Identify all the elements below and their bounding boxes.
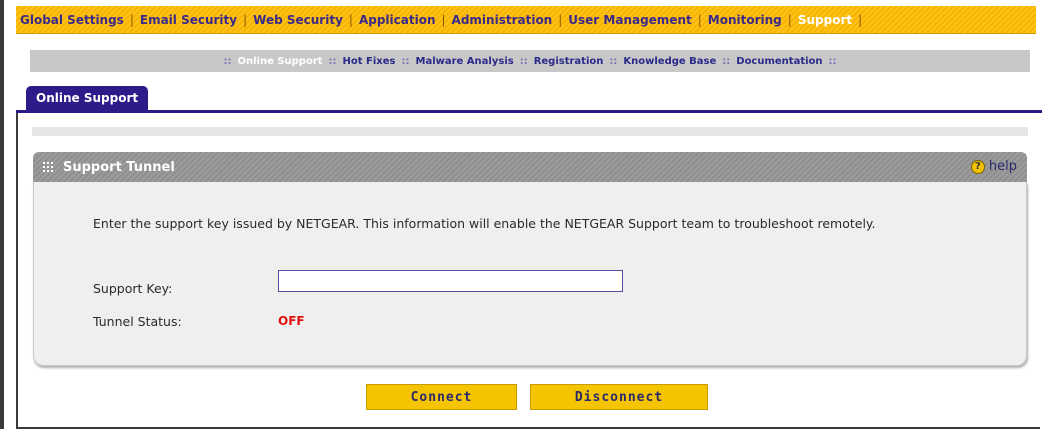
section-description: Enter the support key issued by NETGEAR.…: [93, 216, 876, 231]
subnav-online-support[interactable]: Online Support: [237, 56, 322, 67]
subnav-separator: ::: [223, 55, 232, 67]
tab-online-support[interactable]: Online Support: [26, 86, 149, 110]
subnav-knowledge-base[interactable]: Knowledge Base: [623, 56, 716, 67]
nav-web-security[interactable]: Web Security: [253, 13, 343, 27]
subnav-separator: ::: [722, 55, 731, 67]
nav-user-management[interactable]: User Management: [568, 13, 691, 27]
tunnel-status-label: Tunnel Status:: [93, 314, 182, 329]
nav-application[interactable]: Application: [359, 13, 436, 27]
grip-icon: [43, 162, 53, 172]
subnav-separator: ::: [609, 55, 618, 67]
message-strip: [32, 127, 1028, 136]
subnav-registration[interactable]: Registration: [534, 56, 604, 67]
nav-separator: |: [129, 12, 134, 27]
nav-separator: |: [348, 12, 353, 27]
subnav-malware-analysis[interactable]: Malware Analysis: [416, 56, 514, 67]
nav-email-security[interactable]: Email Security: [140, 13, 237, 27]
subnav-documentation[interactable]: Documentation: [736, 56, 822, 67]
connect-button[interactable]: Connect: [366, 384, 517, 410]
nav-separator: |: [243, 12, 248, 27]
subnav-separator: ::: [519, 55, 528, 67]
section-title: Support Tunnel: [63, 159, 175, 175]
help-icon[interactable]: ?: [970, 159, 985, 174]
nav-administration[interactable]: Administration: [452, 13, 553, 27]
help-link[interactable]: ? help: [970, 159, 1017, 174]
disconnect-button[interactable]: Disconnect: [530, 384, 708, 410]
nav-global-settings[interactable]: Global Settings: [20, 13, 124, 27]
nav-separator: |: [787, 12, 792, 27]
subnav-separator: ::: [828, 55, 837, 67]
main-nav: Global Settings | Email Security | Web S…: [16, 6, 1036, 34]
nav-separator: |: [558, 12, 563, 27]
nav-separator: |: [697, 12, 702, 27]
tunnel-status-value: OFF: [278, 314, 305, 328]
window-left-border: [0, 0, 4, 429]
sub-nav: :: Online Support :: Hot Fixes :: Malwar…: [30, 50, 1030, 72]
nav-support[interactable]: Support: [798, 13, 852, 27]
nav-monitoring[interactable]: Monitoring: [708, 13, 782, 27]
help-label[interactable]: help: [989, 159, 1017, 174]
section-header: Support Tunnel ? help: [33, 152, 1027, 182]
subnav-hot-fixes[interactable]: Hot Fixes: [343, 56, 396, 67]
subnav-separator: ::: [401, 55, 410, 67]
subnav-separator: ::: [328, 55, 337, 67]
nav-separator: |: [858, 12, 863, 27]
support-key-label: Support Key:: [93, 281, 173, 296]
support-key-input[interactable]: [278, 270, 623, 292]
nav-separator: |: [441, 12, 446, 27]
